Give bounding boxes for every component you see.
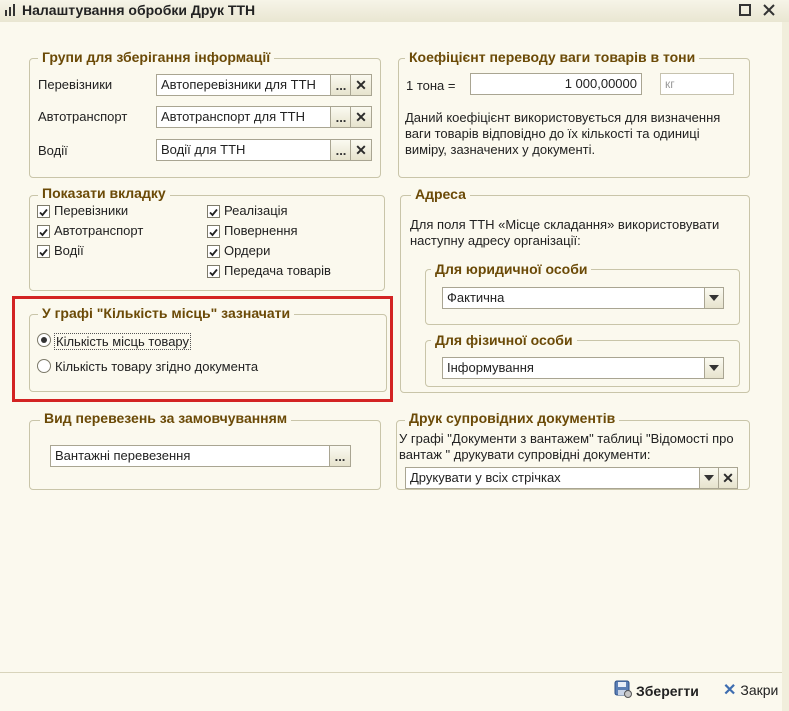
save-icon xyxy=(614,680,632,701)
show-tab-right-0-label[interactable]: Реалізація xyxy=(224,203,288,218)
show-tab-left-1-label[interactable]: Автотранспорт xyxy=(54,223,143,238)
close-button[interactable]: ✕ Закри xyxy=(723,680,778,700)
highlight-box xyxy=(12,296,393,402)
show-tab-left-2-label[interactable]: Водії xyxy=(54,243,84,258)
chevron-down-icon[interactable] xyxy=(699,467,719,489)
show-tab-left-1-checkbox[interactable] xyxy=(37,225,50,238)
maximize-icon[interactable] xyxy=(736,1,754,19)
vehicles-select-button[interactable]: ... xyxy=(330,106,352,128)
show-tab-left-2-checkbox[interactable] xyxy=(37,245,50,258)
vehicles-clear-icon[interactable]: ✕ xyxy=(350,106,372,128)
vehicles-label: Автотранспорт xyxy=(38,109,128,124)
window-title: Налаштування обробки Друк ТТН xyxy=(22,2,256,18)
docs-clear-icon[interactable]: ✕ xyxy=(718,467,738,489)
transport-kind-field[interactable]: Вантажні перевезення xyxy=(50,445,332,467)
show-tab-right-1-checkbox[interactable] xyxy=(207,225,220,238)
ton-label: 1 тона = xyxy=(406,78,456,93)
close-icon[interactable] xyxy=(760,1,778,19)
footer-divider xyxy=(0,672,782,673)
show-tab-right-3-label[interactable]: Передача товарів xyxy=(224,263,331,278)
individual-address-select[interactable]: Інформування xyxy=(442,357,706,379)
transport-kind-select-button[interactable]: ... xyxy=(329,445,351,467)
docs-note: У графі "Документи з вантажем" таблиці "… xyxy=(399,431,734,462)
carriers-select-button[interactable]: ... xyxy=(330,74,352,96)
address-title: Адреса xyxy=(411,186,470,202)
docs-select[interactable]: Друкувати у всіх стрічках xyxy=(405,467,701,489)
close-x-icon: ✕ xyxy=(723,682,737,699)
title-bar: Налаштування обробки Друк ТТН xyxy=(0,0,789,23)
save-button[interactable]: Зберегти xyxy=(614,680,699,701)
vehicles-field[interactable]: Автотранспорт для ТТН xyxy=(156,106,332,128)
docs-title: Друк супровідних документів xyxy=(405,410,620,426)
show-tab-title: Показати вкладку xyxy=(38,185,170,201)
transport-kind-title: Вид перевезень за замовчуванням xyxy=(40,410,292,426)
ton-coef-input[interactable]: 1 000,00000 xyxy=(470,73,642,95)
save-label: Зберегти xyxy=(636,682,699,699)
chevron-down-icon[interactable] xyxy=(704,357,724,379)
chevron-down-icon[interactable] xyxy=(704,287,724,309)
drivers-label: Водії xyxy=(38,143,68,158)
background-window-strip xyxy=(782,22,789,711)
show-tab-left-0-checkbox[interactable] xyxy=(37,205,50,218)
weight-coef-note: Даний коефіцієнт використовується для ви… xyxy=(405,110,721,157)
drivers-select-button[interactable]: ... xyxy=(330,139,352,161)
drivers-clear-icon[interactable]: ✕ xyxy=(350,139,372,161)
show-tab-right-2-checkbox[interactable] xyxy=(207,245,220,258)
address-note: Для поля ТТН «Місце складання» використо… xyxy=(410,217,720,248)
show-tab-left-0-label[interactable]: Перевізники xyxy=(54,203,128,218)
carriers-label: Перевізники xyxy=(38,77,113,92)
carriers-field[interactable]: Автоперевізники для ТТН xyxy=(156,74,332,96)
show-tab-right-3-checkbox[interactable] xyxy=(207,265,220,278)
app-icon xyxy=(4,4,16,17)
unit-field: кг xyxy=(660,73,734,95)
drivers-field[interactable]: Водії для ТТН xyxy=(156,139,332,161)
legal-entity-title: Для юридичної особи xyxy=(431,261,592,277)
storage-groups-title: Групи для зберігання інформації xyxy=(38,49,275,65)
show-tab-right-2-label[interactable]: Ордери xyxy=(224,243,270,258)
carriers-clear-icon[interactable]: ✕ xyxy=(350,74,372,96)
individual-title: Для фізичної особи xyxy=(431,332,577,348)
legal-address-select[interactable]: Фактична xyxy=(442,287,706,309)
show-tab-right-0-checkbox[interactable] xyxy=(207,205,220,218)
close-label: Закри xyxy=(740,682,779,698)
weight-coef-title: Коефіцієнт переводу ваги товарів в тони xyxy=(405,49,700,65)
show-tab-right-1-label[interactable]: Повернення xyxy=(224,223,298,238)
